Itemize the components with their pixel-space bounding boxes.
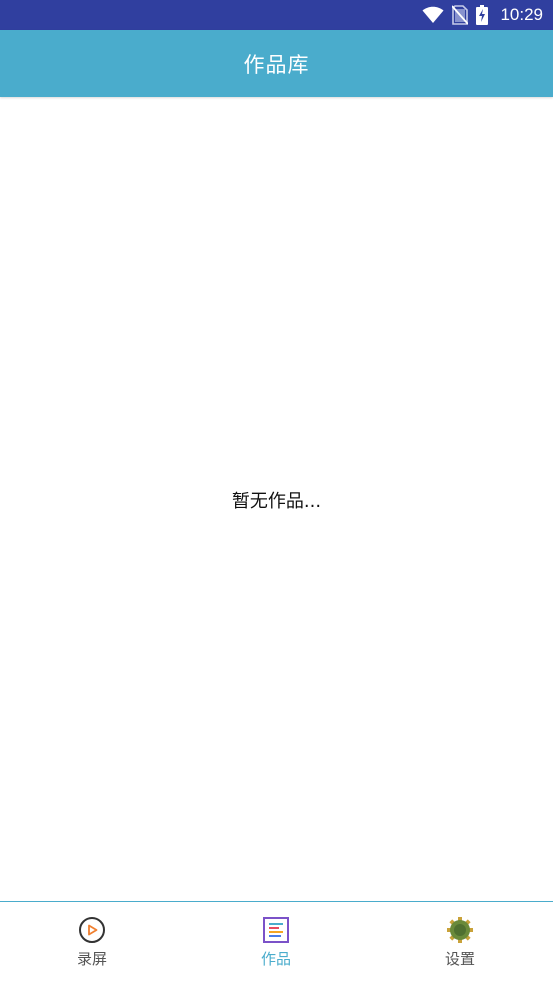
status-bar: 10:29 [0,0,553,30]
record-play-icon [78,916,106,944]
app-bar: 作品库 [0,30,553,97]
tab-works[interactable]: 作品 [236,916,316,969]
screen: 10:29 作品库 暂无作品... 录屏 作品 设置 [0,0,553,983]
empty-state-message: 暂无作品... [231,490,322,512]
page-title: 作品库 [243,52,310,77]
battery-charging-icon [476,5,489,25]
works-list-icon [262,916,290,944]
tab-record-label: 录屏 [76,950,107,968]
tab-works-label: 作品 [260,950,291,968]
tab-record[interactable]: 录屏 [52,916,132,969]
tab-settings[interactable]: 设置 [420,916,500,969]
no-sim-icon [452,5,469,25]
status-icons: 10:29 [422,5,543,25]
status-time: 10:29 [500,5,543,24]
settings-gear-icon [446,916,474,944]
works-content-area: 暂无作品... [0,97,553,902]
bottom-nav: 录屏 作品 设置 [0,901,553,983]
tab-settings-label: 设置 [444,950,475,968]
wifi-icon [422,6,444,24]
